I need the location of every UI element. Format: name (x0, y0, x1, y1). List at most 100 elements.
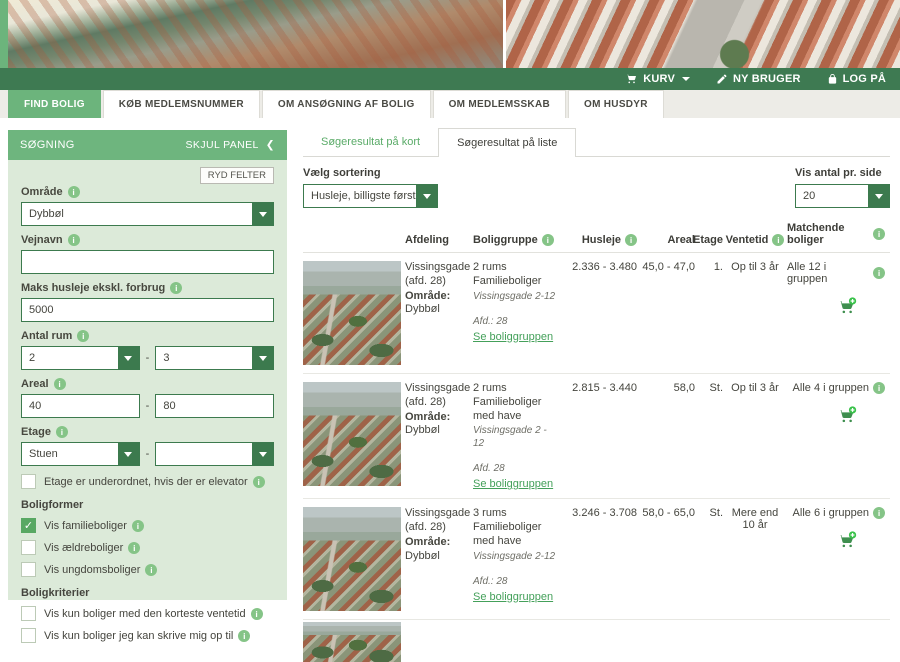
boliggruppe-cell: 2 rums Familieboliger med have Vissingsg… (473, 382, 557, 490)
per-page-value: 20 (796, 190, 815, 202)
cart-menu[interactable]: KURV (625, 73, 690, 85)
antal-rum-to-value: 3 (156, 352, 169, 364)
chevron-down-icon (118, 347, 139, 369)
info-icon[interactable]: i (128, 542, 140, 554)
omrade-select[interactable]: Dybbøl (21, 202, 274, 226)
info-icon[interactable]: i (132, 520, 144, 532)
afdeling-cell: Vissingsgade (afd. 28) Område: Dybbøl (405, 261, 469, 365)
property-photo[interactable] (303, 507, 401, 611)
results-area: Søgeresultat på kort Søgeresultat på lis… (303, 126, 890, 662)
nav-tab-koeb-medlemsnummer[interactable]: KØB MEDLEMSNUMMER (103, 90, 260, 118)
cart-add-icon (837, 406, 857, 425)
omrade-prefix: Område: (405, 290, 450, 302)
ungdomsboliger-checkbox-label: Vis ungdomsboliger (44, 564, 140, 576)
skrive-op-checkbox[interactable] (21, 628, 36, 643)
result-row: Vissingsgade (afd. 28) Område: Dybbøl 2 … (303, 374, 890, 499)
result-row: Vissingsgade (afd. 28) Område: Dybbøl 3 … (303, 499, 890, 620)
info-icon[interactable]: i (873, 228, 885, 240)
group-type: 3 rums Familieboliger med have (473, 507, 557, 548)
banner-photo-town (8, 0, 503, 68)
nav-tab-find-bolig[interactable]: FIND BOLIG (8, 90, 101, 118)
etage-from-select[interactable]: Stuen (21, 442, 140, 466)
cart-icon (625, 73, 638, 85)
see-group-link[interactable]: Se boliggruppen (473, 331, 553, 343)
group-address: Vissingsgade 2-12 (473, 550, 557, 563)
col-afdeling: Afdeling (405, 234, 469, 246)
husleje-cell: 3.246 - 3.708 (561, 507, 637, 611)
info-icon[interactable]: i (68, 186, 80, 198)
antal-rum-to-select[interactable]: 3 (155, 346, 274, 370)
info-icon[interactable]: i (873, 507, 885, 519)
info-icon[interactable]: i (68, 234, 80, 246)
info-icon[interactable]: i (251, 608, 263, 620)
matchende-cell: Alle 6 i gruppen i (787, 507, 885, 611)
familieboliger-checkbox[interactable]: ✓ (21, 518, 36, 533)
info-icon[interactable]: i (253, 476, 265, 488)
vejnavn-label: Vejnavn (21, 234, 63, 246)
korteste-ventetid-checkbox[interactable] (21, 606, 36, 621)
col-matchende: Matchende boligeri (787, 222, 885, 246)
info-icon[interactable]: i (873, 267, 885, 279)
chevron-down-icon (118, 443, 139, 465)
nav-tab-om-ansoegning[interactable]: OM ANSØGNING AF BOLIG (262, 90, 431, 118)
areal-from-input[interactable] (21, 394, 140, 418)
chevron-down-icon (416, 185, 437, 207)
property-photo[interactable] (303, 382, 401, 486)
see-group-link[interactable]: Se boliggruppen (473, 591, 553, 603)
areal-to-input[interactable] (155, 394, 274, 418)
afdeling-name: Vissingsgade (afd. 28) (405, 261, 469, 289)
info-icon[interactable]: i (56, 426, 68, 438)
info-icon[interactable]: i (145, 564, 157, 576)
tab-result-map[interactable]: Søgeresultat på kort (303, 128, 438, 156)
clear-fields-button[interactable]: RYD FELTER (200, 167, 274, 184)
new-user-button[interactable]: NY BRUGER (716, 73, 801, 85)
matchende-cell: Alle 4 i gruppen i (787, 382, 885, 490)
per-page-select[interactable]: 20 (795, 184, 890, 208)
boliggruppe-cell: 2 rums Familieboliger Vissingsgade 2-12 … (473, 261, 557, 365)
add-to-cart-button[interactable] (837, 406, 857, 428)
property-photo[interactable] (303, 261, 401, 365)
omrade-prefix: Område: (405, 411, 450, 423)
new-user-label: NY BRUGER (733, 73, 801, 85)
info-icon[interactable]: i (625, 234, 637, 246)
etage-cell: St. (699, 382, 723, 490)
elevator-checkbox[interactable] (21, 474, 36, 489)
info-icon[interactable]: i (77, 330, 89, 342)
afdeling-cell: Vissingsgade (afd. 28) Område: Dybbøl (405, 382, 469, 490)
omrade-name: Dybbøl (405, 303, 440, 315)
property-photo[interactable] (303, 622, 401, 662)
chevron-down-icon (868, 185, 889, 207)
vejnavn-input[interactable] (21, 250, 274, 274)
info-icon[interactable]: i (873, 382, 885, 394)
info-icon[interactable]: i (54, 378, 66, 390)
info-icon[interactable]: i (542, 234, 554, 246)
antal-rum-from-select[interactable]: 2 (21, 346, 140, 370)
nav-tab-om-husdyr[interactable]: OM HUSDYR (568, 90, 664, 118)
col-ventetid: Ventetidi (727, 234, 783, 246)
aeldreboliger-checkbox[interactable] (21, 540, 36, 555)
login-label: LOG PÅ (843, 73, 886, 85)
add-to-cart-button[interactable] (837, 297, 857, 319)
lock-icon (827, 73, 838, 85)
sort-select[interactable]: Husleje, billigste først (303, 184, 438, 208)
login-button[interactable]: LOG PÅ (827, 73, 886, 85)
info-icon[interactable]: i (238, 630, 250, 642)
boliggruppe-cell: 3 rums Familieboliger med have Vissingsg… (473, 507, 557, 611)
etage-to-select[interactable] (155, 442, 274, 466)
info-icon[interactable]: i (170, 282, 182, 294)
maks-husleje-input[interactable] (21, 298, 274, 322)
group-afd: Afd. 28 (473, 462, 557, 475)
tabs-divider (303, 156, 890, 157)
page-content: SØGNING SKJUL PANEL ❮ RYD FELTER Område … (0, 118, 900, 600)
tab-result-list[interactable]: Søgeresultat på liste (438, 128, 576, 157)
see-group-link[interactable]: Se boliggruppen (473, 478, 553, 490)
ungdomsboliger-checkbox[interactable] (21, 562, 36, 577)
boligformer-heading: Boligformer (21, 499, 274, 511)
info-icon[interactable]: i (772, 234, 784, 246)
main-navigation: FIND BOLIG KØB MEDLEMSNUMMER OM ANSØGNIN… (0, 90, 900, 118)
hide-panel-button[interactable]: SKJUL PANEL ❮ (186, 139, 275, 151)
antal-rum-label: Antal rum (21, 330, 72, 342)
add-to-cart-button[interactable] (837, 531, 857, 553)
sort-label: Vælg sortering (303, 167, 438, 179)
nav-tab-om-medlemsskab[interactable]: OM MEDLEMSSKAB (433, 90, 566, 118)
